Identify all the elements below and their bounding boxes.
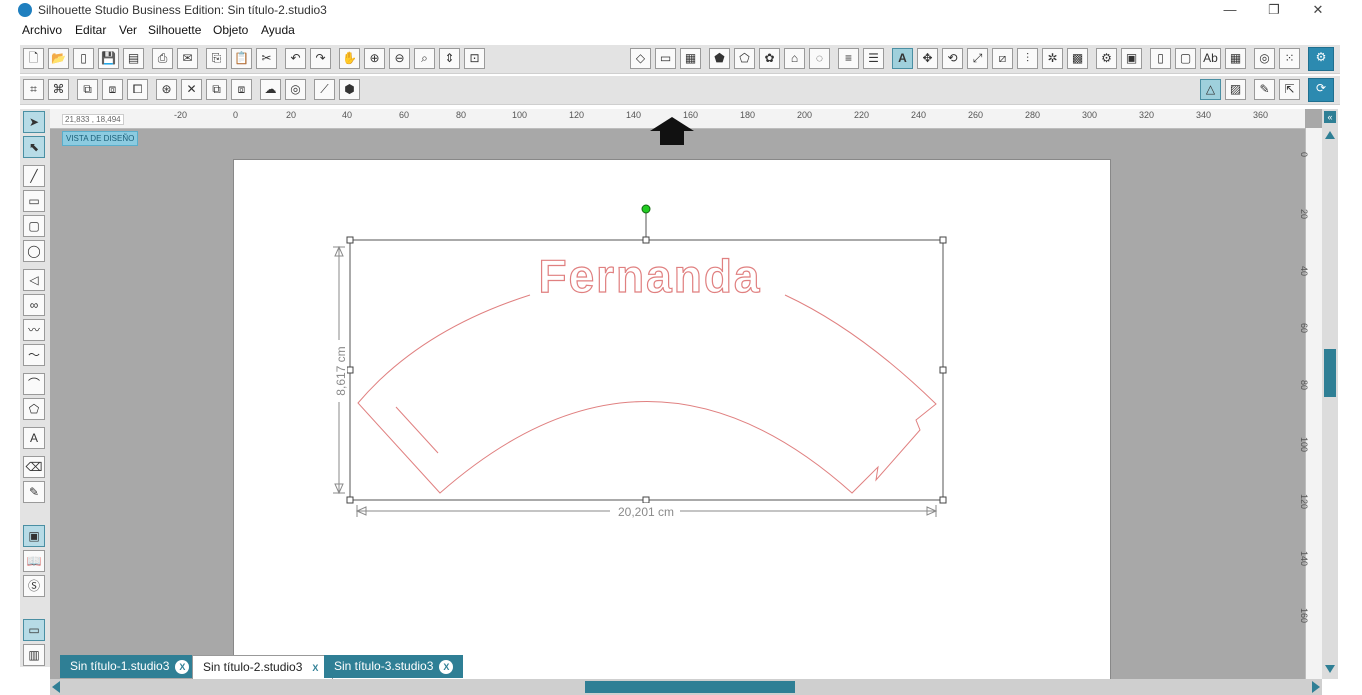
tab-close-icon[interactable]: X: [308, 661, 322, 675]
resize-handle[interactable]: [939, 496, 947, 504]
resize-handle[interactable]: [642, 236, 650, 244]
design-drawing: Fernanda 20,201 cm 8,617 cm: [331, 204, 947, 519]
rotate-handle[interactable]: [641, 204, 651, 214]
scroll-right-icon[interactable]: [1312, 681, 1320, 693]
horizontal-scroll-thumb[interactable]: [585, 681, 795, 693]
tab-sin-titulo-2[interactable]: Sin título-2.studio3 X: [192, 655, 334, 680]
resize-handle[interactable]: [642, 496, 650, 504]
document-tabs: Sin título-1.studio3 X Sin título-2.studi…: [50, 655, 1322, 680]
tab-label: Sin título-1.studio3: [70, 659, 170, 673]
tab-close-icon[interactable]: X: [175, 660, 190, 674]
tab-close-icon[interactable]: X: [439, 660, 454, 674]
scroll-left-icon[interactable]: [52, 681, 60, 693]
resize-handle[interactable]: [939, 366, 947, 374]
cupcake-wrapper-shape[interactable]: [357, 294, 937, 494]
tab-sin-titulo-3[interactable]: Sin título-3.studio3 X: [324, 655, 464, 678]
width-dimension-label: 20,201 cm: [618, 505, 674, 519]
fernanda-text[interactable]: Fernanda: [538, 249, 761, 302]
horizontal-scrollbar[interactable]: [50, 679, 1322, 695]
resize-handle[interactable]: [346, 236, 354, 244]
resize-handle[interactable]: [939, 236, 947, 244]
tab-label: Sin título-3.studio3: [334, 659, 434, 673]
tab-label: Sin título-2.studio3: [203, 660, 303, 674]
tab-sin-titulo-1[interactable]: Sin título-1.studio3 X: [60, 655, 200, 678]
height-dimension-label: 8,617 cm: [334, 346, 348, 395]
resize-handle[interactable]: [346, 496, 354, 504]
